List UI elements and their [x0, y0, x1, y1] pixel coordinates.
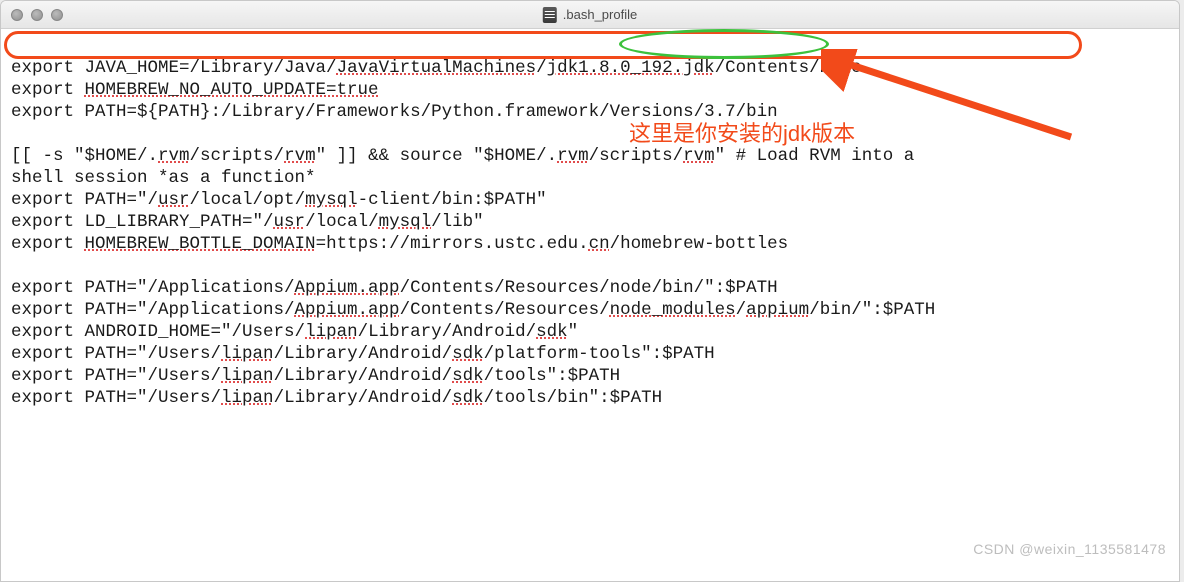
window-title: .bash_profile [543, 7, 637, 23]
watermark: CSDN @weixin_1135581478 [973, 541, 1166, 557]
titlebar[interactable]: .bash_profile [1, 1, 1179, 29]
line-15: export PATH="/Users/lipan/Library/Androi… [11, 366, 620, 386]
line-2: export HOMEBREW_NO_AUTO_UPDATE=true [11, 80, 379, 100]
close-icon[interactable] [11, 9, 23, 21]
line-1: export JAVA_HOME=/Library/Java/JavaVirtu… [11, 58, 862, 78]
line-8: export LD_LIBRARY_PATH="/usr/local/mysql… [11, 212, 484, 232]
text-editor-window: .bash_profile export JAVA_HOME=/Library/… [0, 0, 1180, 582]
annotation-text: 这里是你安装的jdk版本 [629, 123, 855, 145]
line-7: export PATH="/usr/local/opt/mysql-client… [11, 190, 547, 210]
window-controls [11, 9, 63, 21]
annotation-oval [619, 29, 829, 59]
line-12: export PATH="/Applications/Appium.app/Co… [11, 300, 935, 320]
line-14: export PATH="/Users/lipan/Library/Androi… [11, 344, 715, 364]
document-icon [543, 7, 557, 23]
editor-content[interactable]: export JAVA_HOME=/Library/Java/JavaVirtu… [1, 29, 1179, 581]
annotation-rect [4, 31, 1082, 59]
title-text: .bash_profile [563, 7, 637, 22]
line-16: export PATH="/Users/lipan/Library/Androi… [11, 388, 662, 408]
line-11: export PATH="/Applications/Appium.app/Co… [11, 278, 778, 298]
line-5: [[ -s "$HOME/.rvm/scripts/rvm" ]] && sou… [11, 146, 914, 166]
line-13: export ANDROID_HOME="/Users/lipan/Librar… [11, 322, 578, 342]
line-3: export PATH=${PATH}:/Library/Frameworks/… [11, 102, 778, 122]
line-6: shell session *as a function* [11, 168, 316, 188]
line-9: export HOMEBREW_BOTTLE_DOMAIN=https://mi… [11, 234, 788, 254]
zoom-icon[interactable] [51, 9, 63, 21]
minimize-icon[interactable] [31, 9, 43, 21]
